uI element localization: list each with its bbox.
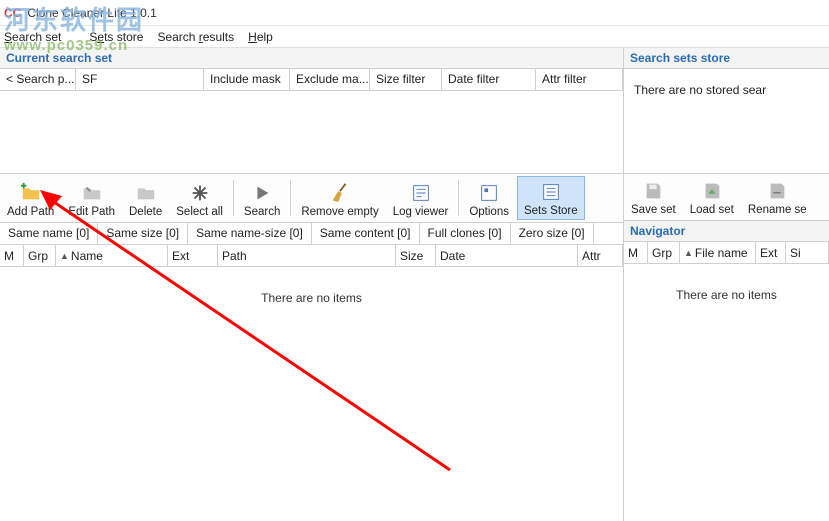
search-label: Search (244, 206, 280, 218)
add-path-button[interactable]: Add Path (1, 178, 60, 220)
col-attr-filter[interactable]: Attr filter (536, 69, 623, 90)
search-button[interactable]: Search (238, 178, 286, 220)
main-toolbar: Add Path Edit Path Delete Select all Sea… (0, 173, 623, 223)
col-search-path[interactable]: < Search p... (0, 69, 76, 90)
folder-plus-icon (20, 182, 42, 204)
sort-asc-icon: ▲ (60, 251, 69, 261)
sets-store-label: Sets Store (524, 205, 578, 217)
col-attr[interactable]: Attr (578, 245, 623, 266)
play-icon (251, 182, 273, 204)
nav-col-m[interactable]: M (624, 242, 648, 263)
col-ext[interactable]: Ext (168, 245, 218, 266)
load-icon (701, 180, 723, 202)
sort-asc-icon: ▲ (684, 248, 693, 258)
tab-same-size[interactable]: Same size [0] (98, 223, 188, 244)
nav-col-grp[interactable]: Grp (648, 242, 680, 263)
col-m[interactable]: M (0, 245, 24, 266)
log-icon (410, 182, 432, 204)
delete-button[interactable]: Delete (123, 178, 168, 220)
tab-same-content[interactable]: Same content [0] (312, 223, 420, 244)
nav-col-ext[interactable]: Ext (756, 242, 786, 263)
remove-empty-button[interactable]: Remove empty (295, 178, 384, 220)
select-all-button[interactable]: Select all (170, 178, 229, 220)
nav-empty-message: There are no items (676, 288, 777, 302)
store-toolbar: Save set Load set Rename se (624, 173, 829, 221)
select-all-label: Select all (176, 206, 223, 218)
log-viewer-button[interactable]: Log viewer (387, 178, 455, 220)
col-size[interactable]: Size (396, 245, 436, 266)
col-grp[interactable]: Grp (24, 245, 56, 266)
app-icon: CC (4, 6, 21, 20)
broom-icon (329, 182, 351, 204)
rename-set-label: Rename se (748, 204, 807, 216)
col-name[interactable]: ▲Name (56, 245, 168, 266)
edit-path-label: Edit Path (68, 206, 115, 218)
load-set-label: Load set (690, 204, 734, 216)
add-path-label: Add Path (7, 206, 54, 218)
menu-search-set[interactable]: Search set (4, 30, 75, 44)
search-sets-store-header: Search sets store (624, 48, 829, 69)
col-date-filter[interactable]: Date filter (442, 69, 536, 90)
window-title: Clone Cleaner Lite 1.0.1 (27, 6, 156, 20)
tab-same-name-size[interactable]: Same name-size [0] (188, 223, 312, 244)
log-viewer-label: Log viewer (393, 206, 449, 218)
empty-message: There are no items (261, 291, 362, 305)
result-tabs: Same name [0] Same size [0] Same name-si… (0, 223, 623, 245)
sets-store-button[interactable]: Sets Store (517, 176, 585, 220)
search-set-rows (0, 91, 623, 173)
edit-path-button[interactable]: Edit Path (62, 178, 121, 220)
navigator-columns: M Grp ▲File name Ext Si (624, 242, 829, 264)
rename-icon (766, 180, 788, 202)
options-label: Options (469, 206, 509, 218)
col-size-filter[interactable]: Size filter (370, 69, 442, 90)
menu-help[interactable]: Help (248, 30, 273, 44)
asterisk-icon (189, 182, 211, 204)
navigator-body: There are no items (624, 264, 829, 521)
col-date[interactable]: Date (436, 245, 578, 266)
save-set-label: Save set (631, 204, 676, 216)
menu-bar: Search set Sets store Search results Hel… (0, 26, 829, 48)
col-sf[interactable]: SF (76, 69, 204, 90)
search-set-columns: < Search p... SF Include mask Exclude ma… (0, 69, 623, 91)
options-button[interactable]: Options (463, 178, 515, 220)
tab-same-name[interactable]: Same name [0] (0, 223, 98, 244)
remove-empty-label: Remove empty (301, 206, 378, 218)
current-search-set-header: Current search set (0, 48, 623, 69)
save-set-button[interactable]: Save set (625, 176, 682, 218)
load-set-button[interactable]: Load set (684, 176, 740, 218)
nav-col-filename[interactable]: ▲File name (680, 242, 756, 263)
store-icon (540, 181, 562, 203)
folder-edit-icon (81, 182, 103, 204)
save-icon (642, 180, 664, 202)
menu-search-results[interactable]: Search results (157, 30, 234, 44)
col-exclude-mask[interactable]: Exclude ma... (290, 69, 370, 90)
results-body: There are no items (0, 267, 623, 521)
nav-col-size[interactable]: Si (786, 242, 829, 263)
rename-set-button[interactable]: Rename se (742, 176, 813, 218)
no-stored-message: There are no stored sear (624, 69, 829, 173)
tab-full-clones[interactable]: Full clones [0] (420, 223, 511, 244)
navigator-header: Navigator (624, 221, 829, 242)
folder-delete-icon (135, 182, 157, 204)
options-icon (478, 182, 500, 204)
results-columns: M Grp ▲Name Ext Path Size Date Attr (0, 245, 623, 267)
col-include-mask[interactable]: Include mask (204, 69, 290, 90)
col-path[interactable]: Path (218, 245, 396, 266)
tab-zero-size[interactable]: Zero size [0] (511, 223, 594, 244)
title-bar: CC Clone Cleaner Lite 1.0.1 (0, 0, 829, 26)
menu-sets-store[interactable]: Sets store (89, 30, 143, 44)
delete-label: Delete (129, 206, 162, 218)
